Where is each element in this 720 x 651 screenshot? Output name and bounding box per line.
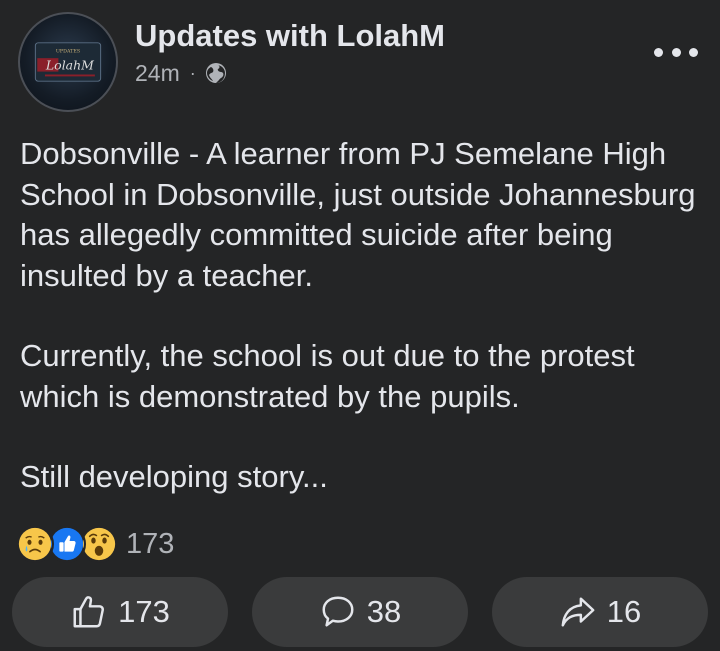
more-dot-icon <box>671 47 681 57</box>
like-button[interactable]: 173 <box>12 577 228 647</box>
reaction-total: 173 <box>126 527 175 560</box>
svg-text:UPDATES: UPDATES <box>56 48 80 54</box>
meta-separator: · <box>189 62 196 83</box>
more-dot-icon <box>689 47 698 57</box>
like-count: 173 <box>118 594 170 629</box>
comment-count: 38 <box>366 594 402 629</box>
more-dot-icon <box>654 47 663 57</box>
comment-button[interactable]: 38 <box>252 577 468 647</box>
reactions-summary[interactable]: 173 <box>16 524 174 564</box>
post-timestamp[interactable]: 24m <box>135 60 180 87</box>
post-paragraph: Still developing story... <box>20 459 328 494</box>
post-meta: 24m · <box>135 60 228 86</box>
post-actions: 173 38 16 <box>12 577 708 647</box>
post-body: Dobsonville - A learner from PJ Semelane… <box>20 134 710 498</box>
globe-icon <box>204 61 228 85</box>
page-name[interactable]: Updates with LolahM <box>135 18 445 54</box>
page-logo-icon: UPDATES LolahM <box>34 42 102 82</box>
more-options-button[interactable] <box>654 40 698 64</box>
avatar-logo-text: LolahM <box>45 58 95 73</box>
share-button[interactable]: 16 <box>492 577 708 647</box>
page-avatar[interactable]: UPDATES LolahM <box>18 12 118 112</box>
comment-bubble-icon <box>322 596 354 627</box>
like-thumb-icon <box>73 596 105 628</box>
post-card: UPDATES LolahM Updates with LolahM 24m ·… <box>0 0 720 651</box>
share-arrow-icon <box>561 597 595 627</box>
post-paragraph: Currently, the school is out due to the … <box>20 338 635 414</box>
post-paragraph: Dobsonville - A learner from PJ Semelane… <box>20 136 696 293</box>
share-count: 16 <box>606 594 642 629</box>
sad-reaction-icon <box>16 525 54 563</box>
